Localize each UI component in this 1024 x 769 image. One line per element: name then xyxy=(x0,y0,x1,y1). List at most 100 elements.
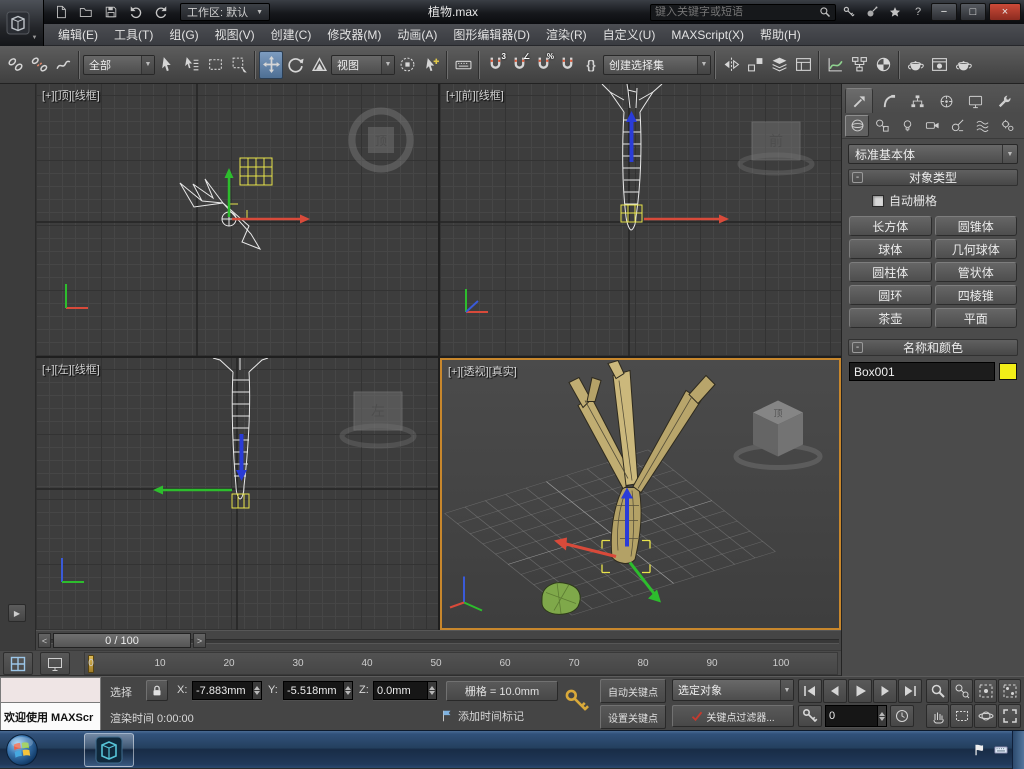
align-button[interactable] xyxy=(743,51,767,79)
primitive-cone-button[interactable]: 圆锥体 xyxy=(934,216,1017,236)
object-color-swatch[interactable] xyxy=(999,363,1017,380)
viewport-front-label[interactable]: [+][前][线框] xyxy=(446,87,504,103)
spinner-icon[interactable] xyxy=(343,682,352,699)
subtab-shapes[interactable] xyxy=(870,115,894,137)
rollout-name-color[interactable]: - 名称和颜色 xyxy=(848,339,1018,356)
menu-create[interactable]: 创建(C) xyxy=(263,24,320,46)
primitive-cylinder-button[interactable]: 圆柱体 xyxy=(849,262,932,282)
x-coordinate-field[interactable]: -7.883mm xyxy=(192,681,262,700)
current-frame-field[interactable]: 0 xyxy=(825,705,887,727)
primitive-category-dropdown[interactable]: 标准基本体 ▼ xyxy=(848,144,1018,164)
orbit-viewport-button[interactable] xyxy=(974,704,997,728)
window-crossing-toggle[interactable] xyxy=(227,51,251,79)
tab-hierarchy[interactable] xyxy=(903,88,931,113)
maximize-viewport-toggle[interactable] xyxy=(998,704,1021,728)
viewport-left-label[interactable]: [+][左][线框] xyxy=(42,361,100,377)
play-animation-button[interactable] xyxy=(848,679,872,703)
time-slider-next-button[interactable]: > xyxy=(193,633,206,648)
primitive-teapot-button[interactable]: 茶壶 xyxy=(849,308,932,328)
zoom-extents-button[interactable] xyxy=(974,679,997,703)
tab-modify[interactable] xyxy=(874,88,902,113)
viewport-top[interactable]: 顶 [+][顶][线框] xyxy=(36,84,438,356)
rollout-collapse-icon[interactable]: - xyxy=(852,342,863,353)
menu-tools[interactable]: 工具(T) xyxy=(106,24,161,46)
reference-coordinate-dropdown[interactable]: 视图 ▼ xyxy=(331,54,395,75)
save-file-button[interactable] xyxy=(100,2,122,22)
taskbar-3dsmax-button[interactable] xyxy=(84,733,134,767)
material-editor-button[interactable] xyxy=(871,51,895,79)
add-time-tag-button[interactable]: 添加时间标记 xyxy=(440,708,524,724)
viewport-front[interactable]: 前 [+][前][线框] xyxy=(440,84,841,356)
subscription-center-button[interactable] xyxy=(839,3,859,21)
viewport-perspective-label[interactable]: [+][透视][真实] xyxy=(448,363,517,379)
search-input[interactable] xyxy=(651,6,815,18)
use-pivot-point-center-button[interactable] xyxy=(395,51,419,79)
subtab-lights[interactable] xyxy=(895,115,919,137)
select-and-scale-button[interactable] xyxy=(307,51,331,79)
application-menu-button[interactable]: ▼ xyxy=(0,0,44,46)
selection-filter-dropdown[interactable]: 全部 ▼ xyxy=(83,54,155,75)
snap-toggle-3d-button[interactable]: 3 xyxy=(483,51,507,79)
go-to-end-button[interactable] xyxy=(898,679,922,703)
select-and-manipulate-button[interactable] xyxy=(419,51,443,79)
start-button[interactable] xyxy=(4,732,40,768)
menu-modifiers[interactable]: 修改器(M) xyxy=(319,24,389,46)
key-filters-button[interactable]: 关键点过滤器... xyxy=(672,705,794,727)
subtab-geometry[interactable] xyxy=(845,114,869,137)
close-button[interactable]: × xyxy=(989,3,1021,21)
named-selection-set-dropdown[interactable]: 创建选择集 ▼ xyxy=(603,54,711,75)
graphite-ribbon-toggle[interactable] xyxy=(791,51,815,79)
bind-to-space-warp-button[interactable] xyxy=(51,51,75,79)
primitive-plane-button[interactable]: 平面 xyxy=(934,308,1017,328)
time-configuration-button[interactable] xyxy=(890,705,914,727)
tab-display[interactable] xyxy=(961,88,989,113)
left-dock-expand-button[interactable]: ▶ xyxy=(8,604,26,622)
time-slider-prev-button[interactable]: < xyxy=(38,633,51,648)
key-mode-toggle[interactable] xyxy=(798,705,822,727)
primitive-pyramid-button[interactable]: 四棱锥 xyxy=(934,285,1017,305)
redo-button[interactable] xyxy=(150,2,172,22)
zoom-region-button[interactable] xyxy=(950,704,973,728)
menu-animation[interactable]: 动画(A) xyxy=(389,24,445,46)
subtab-helpers[interactable] xyxy=(945,115,969,137)
viewport-layout-tabs-button[interactable] xyxy=(3,652,33,675)
communication-center-button[interactable] xyxy=(862,3,882,21)
layer-manager-button[interactable] xyxy=(767,51,791,79)
next-frame-button[interactable] xyxy=(873,679,897,703)
menu-maxscript[interactable]: MAXScript(X) xyxy=(663,24,752,46)
spinner-icon[interactable] xyxy=(877,706,886,726)
subtab-systems[interactable] xyxy=(995,115,1019,137)
menu-graph-editors[interactable]: 图形编辑器(D) xyxy=(445,24,538,46)
subtab-space-warps[interactable] xyxy=(970,115,994,137)
primitive-torus-button[interactable]: 圆环 xyxy=(849,285,932,305)
set-key-button[interactable]: 设置关键点 xyxy=(600,705,666,729)
spinner-icon[interactable] xyxy=(427,682,436,699)
zoom-all-button[interactable] xyxy=(950,679,973,703)
open-file-button[interactable] xyxy=(75,2,97,22)
tab-create[interactable] xyxy=(845,88,873,113)
select-by-name-button[interactable] xyxy=(179,51,203,79)
tab-utilities[interactable] xyxy=(990,88,1018,113)
set-key-mode-big-button[interactable] xyxy=(564,688,590,714)
menu-rendering[interactable]: 渲染(R) xyxy=(538,24,595,46)
show-desktop-button[interactable] xyxy=(1012,731,1024,769)
zoom-extents-all-button[interactable] xyxy=(998,679,1021,703)
macro-recorder-line[interactable] xyxy=(0,677,101,703)
curve-editor-button[interactable] xyxy=(823,51,847,79)
primitive-tube-button[interactable]: 管状体 xyxy=(934,262,1017,282)
maximize-button[interactable]: □ xyxy=(960,3,986,21)
viewport-top-label[interactable]: [+][顶][线框] xyxy=(42,87,100,103)
previous-frame-button[interactable] xyxy=(823,679,847,703)
select-and-rotate-button[interactable] xyxy=(283,51,307,79)
favorites-star-button[interactable] xyxy=(885,3,905,21)
tray-language-keyboard-icon[interactable] xyxy=(994,743,1008,757)
primitive-geosphere-button[interactable]: 几何球体 xyxy=(934,239,1017,259)
select-and-move-button[interactable] xyxy=(259,50,283,79)
menu-views[interactable]: 视图(V) xyxy=(207,24,263,46)
subtab-cameras[interactable] xyxy=(920,115,944,137)
selection-lock-toggle[interactable] xyxy=(146,680,168,701)
time-slider[interactable]: < 0 / 100 > xyxy=(36,630,841,650)
undo-button[interactable] xyxy=(125,2,147,22)
rollout-object-type[interactable]: - 对象类型 xyxy=(848,169,1018,186)
z-coordinate-field[interactable]: 0.0mm xyxy=(373,681,437,700)
